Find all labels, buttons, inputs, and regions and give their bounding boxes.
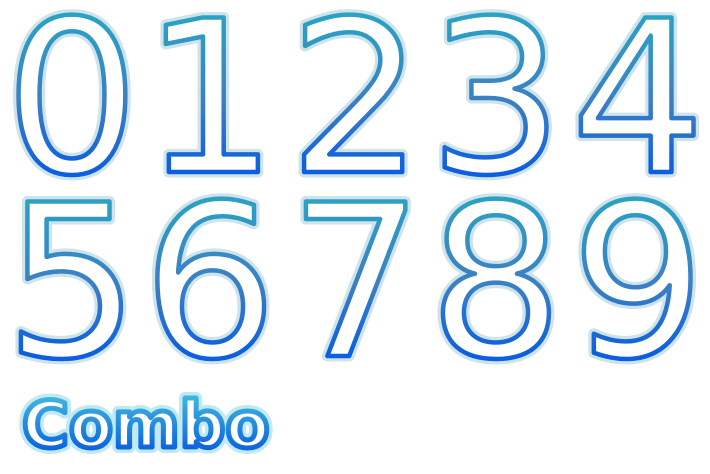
digit-6: 6 [143, 159, 278, 406]
digit-sprite-9: 99 [565, 154, 710, 412]
digit-sprite-7: 77 [283, 154, 429, 412]
digit-8: 8 [429, 159, 564, 406]
digit-9: 9 [571, 159, 706, 406]
digit-sprite-5: 55 [0, 154, 145, 412]
digit-7: 7 [289, 159, 424, 406]
digit-sprite-8: 88 [423, 154, 569, 412]
combo-label: Combo [22, 389, 269, 463]
combo-label-group: Combo Combo [16, 383, 275, 469]
digits-layer: 00 11 22 33 4455 66 77 88 99 [0, 0, 710, 412]
digit-5: 5 [5, 159, 140, 406]
digit-sprite-6: 66 [137, 154, 283, 412]
number-sprite-sheet: 00 11 22 33 4455 66 77 88 99 Combo Combo [0, 0, 710, 469]
